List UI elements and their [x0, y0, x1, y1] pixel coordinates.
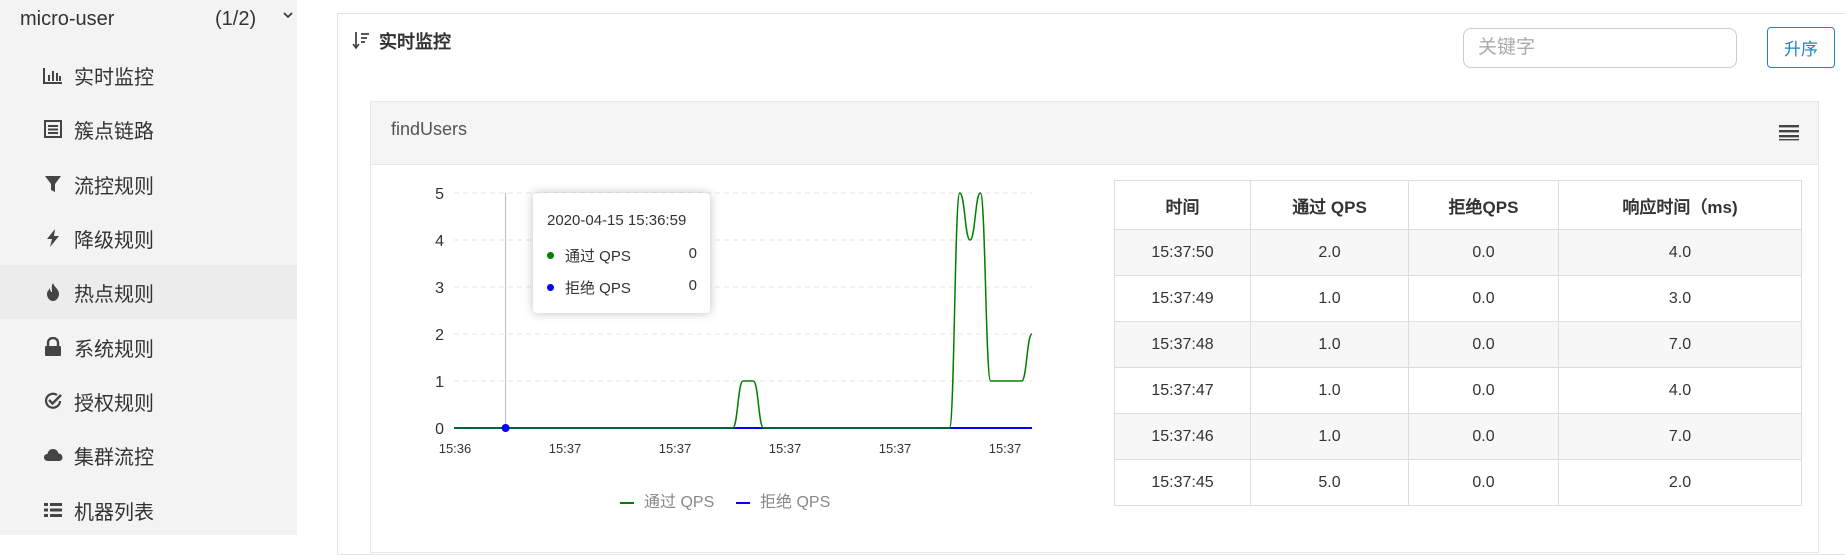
- y-tick-label: 3: [435, 280, 444, 297]
- tooltip-row-reject: 拒绝 QPS 0: [547, 277, 697, 297]
- x-tick-label: 15:37: [549, 441, 582, 456]
- table-row: 15:37:45 5.0 0.0 2.0: [1114, 459, 1802, 506]
- x-tick-label: 15:37: [769, 441, 802, 456]
- tooltip-row-pass: 通过 QPS 0: [547, 245, 697, 265]
- table-cell: 7.0: [1558, 413, 1802, 460]
- legend-item-reject[interactable]: 拒绝 QPS: [736, 488, 830, 512]
- y-tick-label: 5: [435, 186, 444, 203]
- tooltip-series-value: 0: [688, 245, 697, 262]
- table-cell: 15:37:49: [1114, 275, 1251, 322]
- column-header: 响应时间（ms): [1558, 180, 1802, 230]
- table-cell: 15:37:48: [1114, 321, 1251, 368]
- table-cell: 1.0: [1250, 321, 1409, 368]
- x-tick-label: 15:37: [659, 441, 692, 456]
- table-cell: 0.0: [1408, 275, 1559, 322]
- table-cell: 15:37:46: [1114, 413, 1251, 460]
- y-tick-label: 2: [435, 327, 444, 344]
- tooltip-date: 2020-04-15 15:36:59: [547, 212, 687, 229]
- legend-swatch-pass: [620, 501, 634, 504]
- table-cell: 4.0: [1558, 229, 1802, 276]
- x-tick-label: 15:37: [989, 441, 1022, 456]
- table-cell: 0.0: [1408, 367, 1559, 414]
- tooltip-series-name: 通过 QPS: [565, 248, 631, 265]
- table-cell: 0.0: [1408, 229, 1559, 276]
- table-cell: 15:37:50: [1114, 229, 1251, 276]
- tooltip-series-value: 0: [688, 277, 697, 294]
- table-cell: 5.0: [1250, 459, 1409, 506]
- table-cell: 0.0: [1408, 413, 1559, 460]
- series-dot-icon: [547, 252, 554, 259]
- legend-label-pass: 通过 QPS: [644, 494, 715, 511]
- legend-item-pass[interactable]: 通过 QPS: [620, 488, 714, 512]
- legend-label-reject: 拒绝 QPS: [760, 494, 831, 511]
- hover-point: [501, 424, 510, 432]
- table-row: 15:37:49 1.0 0.0 3.0: [1114, 275, 1802, 322]
- column-header: 时间: [1114, 180, 1251, 230]
- table-row: 15:37:50 2.0 0.0 4.0: [1114, 229, 1802, 276]
- table-cell: 0.0: [1408, 321, 1559, 368]
- series-dot-icon: [547, 284, 554, 291]
- table-cell: 1.0: [1250, 367, 1409, 414]
- table-header-row: 时间 通过 QPS 拒绝QPS 响应时间（ms): [1114, 180, 1802, 230]
- metrics-table: 时间 通过 QPS 拒绝QPS 响应时间（ms) 15:37:50 2.0 0.…: [1114, 180, 1802, 506]
- y-tick-label: 0: [435, 421, 444, 438]
- table-cell: 2.0: [1558, 459, 1802, 506]
- table-cell: 1.0: [1250, 413, 1409, 460]
- legend-swatch-reject: [736, 501, 750, 504]
- table-cell: 3.0: [1558, 275, 1802, 322]
- x-tick-label: 15:37: [879, 441, 912, 456]
- table-cell: 15:37:45: [1114, 459, 1251, 506]
- table-row: 15:37:47 1.0 0.0 4.0: [1114, 367, 1802, 414]
- chart-tooltip: 2020-04-15 15:36:59 通过 QPS 0 拒绝 QPS 0: [533, 193, 710, 313]
- table-cell: 15:37:47: [1114, 367, 1251, 414]
- tooltip-series-name: 拒绝 QPS: [565, 280, 631, 297]
- table-cell: 2.0: [1250, 229, 1409, 276]
- table-cell: 1.0: [1250, 275, 1409, 322]
- column-header: 拒绝QPS: [1408, 180, 1559, 230]
- table-row: 15:37:48 1.0 0.0 7.0: [1114, 321, 1802, 368]
- y-tick-label: 4: [435, 233, 444, 250]
- x-tick-label: 15:36: [439, 441, 472, 456]
- table-row: 15:37:46 1.0 0.0 7.0: [1114, 413, 1802, 460]
- table-cell: 7.0: [1558, 321, 1802, 368]
- y-tick-label: 1: [435, 374, 444, 391]
- table-cell: 0.0: [1408, 459, 1559, 506]
- column-header: 通过 QPS: [1250, 180, 1409, 230]
- table-cell: 4.0: [1558, 367, 1802, 414]
